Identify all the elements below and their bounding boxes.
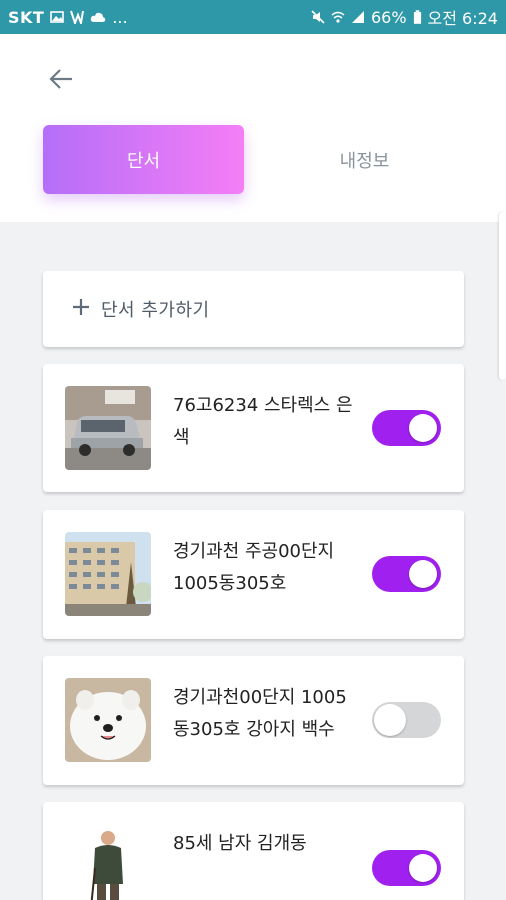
clue-text: 76고6234 스타렉스 은색: [173, 395, 353, 448]
tab-my-info[interactable]: 내정보: [264, 125, 465, 194]
clue-item[interactable]: 경기과천00단지 1005동305호 강아지 백수: [43, 656, 464, 785]
status-bar: SKT ... 66% 오전 6:24: [0, 0, 506, 34]
clue-text: 경기과천 주공00단지 1005동305호: [173, 541, 335, 594]
header: 단서 내정보: [0, 34, 506, 222]
plus-icon: [71, 296, 91, 322]
clue-text: 경기과천00단지 1005동305호 강아지 백수: [173, 687, 347, 740]
tab-clues[interactable]: 단서: [43, 125, 244, 194]
apartment-photo: [65, 532, 151, 616]
toggle-knob: [409, 854, 437, 882]
battery-percent: 66%: [370, 7, 407, 27]
gallery-icon: [50, 11, 65, 23]
car-photo: [65, 386, 151, 470]
clue-text: 85세 남자 김개동: [173, 833, 307, 854]
status-bar-left: SKT ...: [8, 8, 128, 27]
elderly-man-photo: [65, 824, 151, 900]
back-button[interactable]: [44, 64, 78, 94]
wifi-icon: [331, 11, 345, 23]
toggle-knob: [409, 560, 437, 588]
clue-toggle[interactable]: [372, 850, 441, 886]
clock: 오전 6:24: [427, 9, 498, 28]
toggle-knob: [374, 704, 406, 736]
dog-photo: [65, 678, 151, 762]
battery-icon: [413, 9, 421, 24]
status-bar-right: 66% 오전 6:24: [311, 5, 498, 29]
add-clue-button[interactable]: 단서 추가하기: [43, 271, 464, 347]
add-clue-label: 단서 추가하기: [101, 300, 210, 321]
clue-item[interactable]: 경기과천 주공00단지 1005동305호: [43, 510, 464, 639]
signal-icon: [351, 11, 364, 23]
scroll-indicator[interactable]: [499, 212, 506, 380]
cloud-icon: [91, 12, 106, 22]
more-notifications: ...: [112, 7, 128, 27]
mute-icon: [311, 10, 325, 24]
toggle-knob: [409, 414, 437, 442]
clue-item[interactable]: 76고6234 스타렉스 은색: [43, 364, 464, 492]
carrier-label: SKT: [8, 7, 45, 27]
clue-item[interactable]: 85세 남자 김개동: [43, 802, 464, 900]
back-arrow-icon: [49, 69, 72, 89]
clue-toggle[interactable]: [372, 410, 441, 446]
clue-toggle[interactable]: [372, 556, 441, 592]
app-notification-icon: [70, 10, 85, 24]
clue-toggle[interactable]: [372, 702, 441, 738]
